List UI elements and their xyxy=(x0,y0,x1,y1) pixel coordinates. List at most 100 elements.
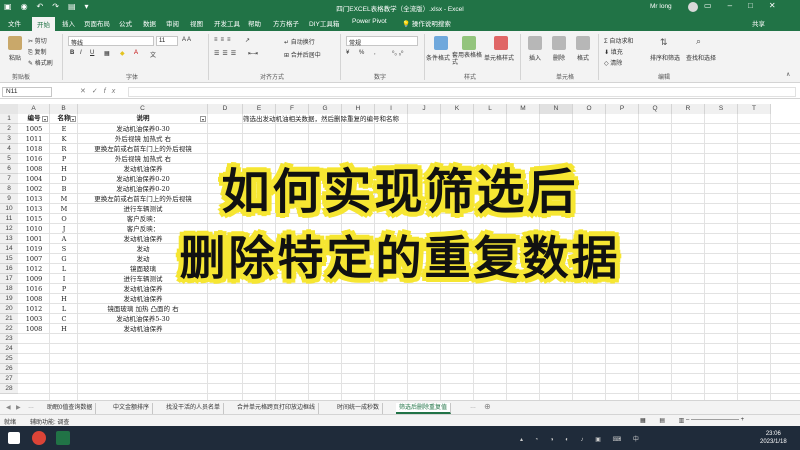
tab-power-pivot[interactable]: Power Pivot xyxy=(352,18,387,25)
tab-fangfangezi[interactable]: 方方格子 xyxy=(273,18,299,28)
orientation-icon[interactable]: ↗ xyxy=(245,37,250,44)
row-header[interactable]: 1 xyxy=(0,114,18,124)
tab-page-layout[interactable]: 页面布局 xyxy=(84,18,110,28)
cell-styles-icon[interactable] xyxy=(494,36,508,50)
tab-file[interactable]: 文件 xyxy=(8,18,21,28)
avatar[interactable] xyxy=(688,2,698,12)
sort-filter-button[interactable]: 排序和筛选 xyxy=(650,53,680,62)
table-cell[interactable]: 外后视镜 加热式 右 xyxy=(78,134,208,144)
cut-button[interactable]: ✂ 剪切 xyxy=(28,36,47,45)
row-header[interactable]: 22 xyxy=(0,324,18,334)
tab-insert[interactable]: 插入 xyxy=(62,18,75,28)
format-cells-icon[interactable] xyxy=(576,36,590,50)
insert-cells-button[interactable]: 插入 xyxy=(529,53,541,62)
column-header[interactable]: G xyxy=(309,104,342,114)
delete-cells-button[interactable]: 删除 xyxy=(553,53,565,62)
sort-filter-icon[interactable]: ⇅ xyxy=(660,37,668,48)
clear-button[interactable]: ◇ 清除 xyxy=(604,58,622,67)
table-cell[interactable]: E xyxy=(50,124,78,134)
delete-cells-icon[interactable] xyxy=(552,36,566,50)
align-top-icon[interactable]: ≡≡≡ xyxy=(214,37,234,43)
table-cell[interactable]: L xyxy=(50,304,78,314)
instruction-note[interactable]: 筛选出发动机油相关数据，然后删除重复的编号和名称 xyxy=(243,114,399,124)
accessibility-status[interactable]: 辅助功能: 调查 xyxy=(30,417,69,426)
column-header[interactable]: I xyxy=(375,104,408,114)
italic-icon[interactable]: I xyxy=(80,50,82,56)
table-format-icon[interactable] xyxy=(462,36,476,50)
border-icon[interactable]: ▦ xyxy=(104,50,110,57)
tab-data[interactable]: 数据 xyxy=(143,18,156,28)
table-cell[interactable]: 1008 xyxy=(18,294,50,304)
column-header[interactable]: E xyxy=(243,104,276,114)
table-cell[interactable]: H xyxy=(50,294,78,304)
confirm-icon[interactable]: ✓ xyxy=(92,88,104,95)
tab-help[interactable]: 帮助 xyxy=(248,18,261,28)
find-select-icon[interactable]: ⌕ xyxy=(696,36,701,47)
table-cell[interactable]: H xyxy=(50,324,78,334)
column-header[interactable]: S xyxy=(705,104,738,114)
fx-icon[interactable]: fx xyxy=(104,88,121,95)
table-cell[interactable]: 发动机油保养 xyxy=(78,294,208,304)
column-header[interactable]: O xyxy=(573,104,606,114)
column-header[interactable]: F xyxy=(276,104,309,114)
font-size-select[interactable]: 11 xyxy=(156,36,178,46)
windows-start-icon[interactable] xyxy=(8,432,20,444)
autosum-button[interactable]: Σ 自动求和 xyxy=(604,36,633,45)
column-header[interactable]: J xyxy=(408,104,441,114)
format-cells-button[interactable]: 格式 xyxy=(577,53,589,62)
fill-button[interactable]: ⬇ 填充 xyxy=(604,47,623,56)
tell-me-box[interactable]: 💡 操作说明搜索 xyxy=(402,18,451,28)
column-header[interactable]: P xyxy=(606,104,639,114)
underline-icon[interactable]: U xyxy=(90,50,94,56)
merge-center-button[interactable]: ⊞ 合并后居中 xyxy=(284,50,321,59)
column-header[interactable]: M xyxy=(507,104,540,114)
add-sheet-icon[interactable]: ⊕ xyxy=(484,402,491,411)
share-button[interactable]: 共享 xyxy=(752,18,765,28)
row-header[interactable]: 27 xyxy=(0,374,18,384)
row-header[interactable]: 23 xyxy=(0,334,18,344)
column-header[interactable]: B xyxy=(50,104,78,114)
sheet-tab[interactable]: 中文金额排序 xyxy=(110,403,154,414)
zoom-slider[interactable]: – ———————— + xyxy=(686,417,744,423)
percent-icon[interactable]: ¥ % , xyxy=(346,50,380,56)
sheet-tab[interactable]: 合并单元格跨页打印放边框线 xyxy=(234,403,320,414)
sheet-tab[interactable]: 助眠0值查询数据 xyxy=(44,403,97,414)
column-header[interactable]: L xyxy=(474,104,507,114)
table-cell[interactable]: 1012 xyxy=(18,304,50,314)
column-header[interactable]: K xyxy=(441,104,474,114)
column-header[interactable]: R xyxy=(672,104,705,114)
filter-dropdown-icon[interactable]: ▾ xyxy=(200,116,206,122)
excel-icon[interactable] xyxy=(56,431,70,445)
font-grow-icon[interactable]: A A xyxy=(182,37,191,43)
format-painter-button[interactable]: ✎ 格式刷 xyxy=(28,58,53,67)
sheet-tab-active[interactable]: 筛选后删除重复值 xyxy=(396,403,452,414)
prev-sheet-icon[interactable]: ◀ xyxy=(6,404,11,411)
align-left-icon[interactable]: ☰☰☰ xyxy=(214,50,239,57)
column-header[interactable]: N xyxy=(540,104,573,114)
name-box[interactable]: N11 xyxy=(2,87,52,97)
row-header[interactable]: 26 xyxy=(0,364,18,374)
chrome-icon[interactable] xyxy=(32,431,46,445)
number-format-select[interactable]: 常规 xyxy=(346,36,418,47)
more-sheets-icon[interactable]: … xyxy=(28,404,34,410)
select-all-corner[interactable] xyxy=(0,104,18,114)
tab-formulas[interactable]: 公式 xyxy=(119,18,132,28)
row-header[interactable]: 19 xyxy=(0,294,18,304)
table-cell[interactable]: 镜面玻璃 加热 凸面的 右 xyxy=(78,304,208,314)
insert-cells-icon[interactable] xyxy=(528,36,542,50)
header-cell-desc[interactable]: 说明 xyxy=(78,114,208,124)
tab-view[interactable]: 视图 xyxy=(190,18,203,28)
row-header[interactable]: 28 xyxy=(0,384,18,394)
tab-review[interactable]: 审阅 xyxy=(166,18,179,28)
column-header[interactable]: H xyxy=(342,104,375,114)
decimal-icon[interactable]: ⁰₀ ₀⁰ xyxy=(392,50,403,57)
table-cell[interactable]: 1005 xyxy=(18,124,50,134)
row-header[interactable]: 2 xyxy=(0,124,18,134)
bold-icon[interactable]: B xyxy=(70,50,74,56)
ribbon-display-icon[interactable]: ▭ xyxy=(704,1,712,10)
table-cell[interactable]: 发动机油保养0-30 xyxy=(78,124,208,134)
font-name-select[interactable]: 等线 xyxy=(68,36,154,47)
table-cell[interactable]: 发动机油保养5-30 xyxy=(78,314,208,324)
row-header[interactable]: 3 xyxy=(0,134,18,144)
next-sheet-icon[interactable]: ▶ xyxy=(16,404,21,411)
